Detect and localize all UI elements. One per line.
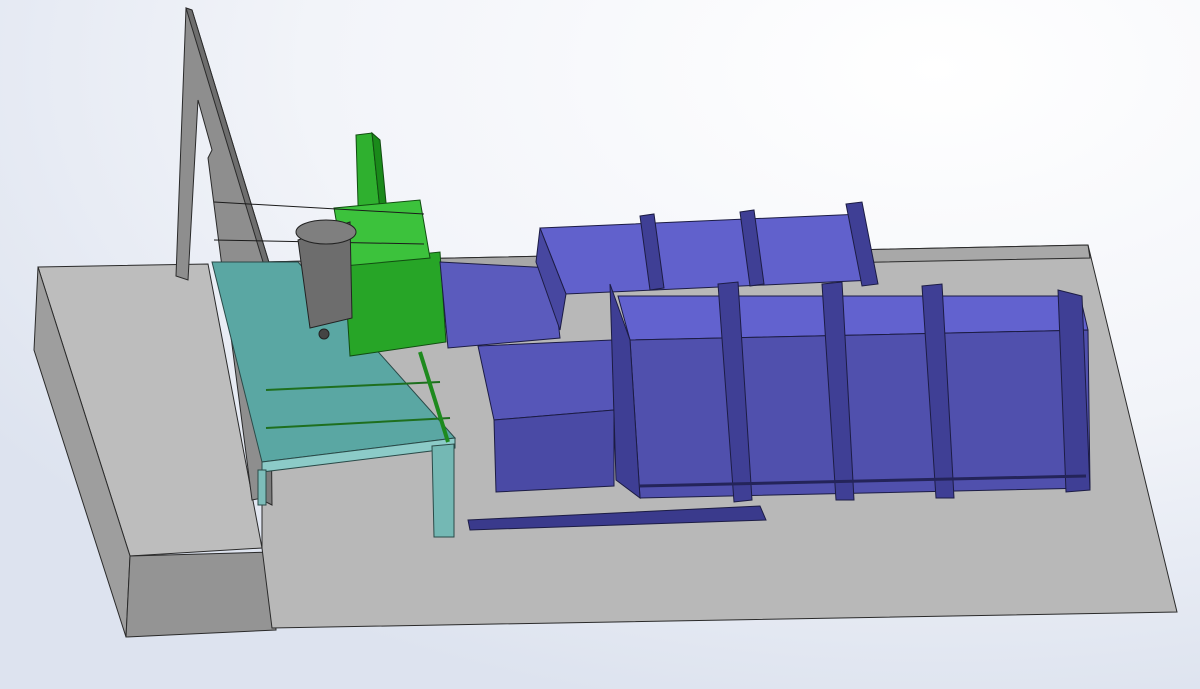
- bin-wheel: [318, 328, 330, 340]
- cad-render: [0, 0, 1200, 689]
- cad-viewport: [0, 0, 1200, 689]
- hopper-front-skirt: [493, 409, 615, 493]
- lifter-body: [343, 251, 447, 357]
- rear-container-top: [539, 213, 875, 295]
- platform-leg-left: [257, 469, 267, 506]
- platform-leg-right: [431, 443, 455, 538]
- front-container-side: [629, 329, 1091, 499]
- raised-block-front: [125, 551, 277, 638]
- hopper-front-box: [477, 339, 615, 421]
- bin-lid: [295, 219, 357, 245]
